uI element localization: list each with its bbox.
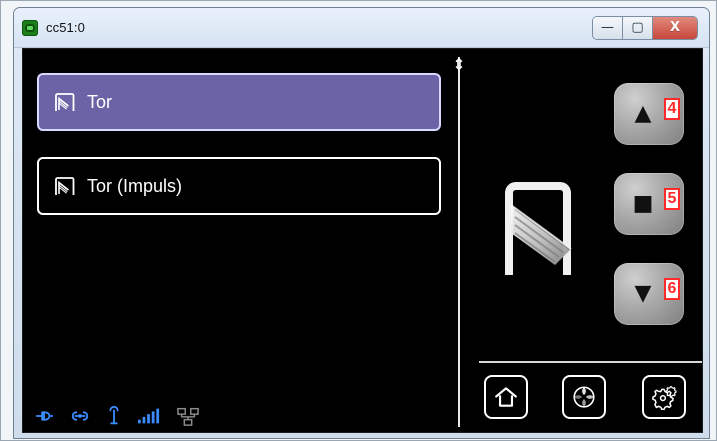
list-item-tor[interactable]: Tor [37, 73, 441, 131]
app-icon [22, 19, 38, 36]
maximize-icon: ▢ [631, 20, 644, 35]
minimize-icon: — [601, 20, 614, 35]
settings-button[interactable] [642, 375, 686, 419]
close-button[interactable]: X [653, 16, 697, 39]
home-button[interactable] [484, 375, 528, 419]
minimize-button[interactable]: — [593, 16, 623, 39]
list-item-tor-impuls[interactable]: Tor (Impuls) [37, 157, 441, 215]
open-button[interactable]: ▲ 4 [614, 83, 684, 145]
device-list: Tor Tor (Impuls) [37, 73, 441, 241]
list-item-label: Tor (Impuls) [87, 175, 183, 196]
list-item-label: Tor [87, 91, 113, 112]
close-icon: X [669, 20, 681, 35]
stop-square-icon: ■ [632, 191, 654, 216]
antenna-icon [105, 405, 123, 427]
screenshot-frame: cc51:0 — ▢ X ⇕ Tor Tor (Impuls) ▲ 4 ■ 5 … [0, 0, 717, 441]
app-content: ⇕ Tor Tor (Impuls) ▲ 4 ■ 5 ▼ 6 [22, 48, 703, 433]
fan-button[interactable] [562, 375, 606, 419]
settings-gears-icon [651, 384, 677, 410]
status-bar [33, 405, 201, 427]
window-controls: — ▢ X [593, 16, 697, 39]
fan-icon [571, 384, 597, 410]
title-bar[interactable]: cc51:0 — ▢ X [14, 8, 709, 48]
signal-bars-icon [135, 405, 163, 427]
maximize-button[interactable]: ▢ [623, 16, 653, 39]
horizontal-divider [479, 361, 702, 363]
app-window: cc51:0 — ▢ X ⇕ Tor Tor (Impuls) ▲ 4 ■ 5 … [13, 7, 710, 439]
network-icon [175, 405, 201, 427]
garage-door-icon [53, 174, 77, 198]
link-icon [67, 405, 93, 427]
badge-5: 5 [664, 188, 680, 210]
vertical-divider [458, 57, 460, 427]
resize-handle-icon[interactable]: ⇕ [449, 55, 469, 75]
badge-4: 4 [664, 98, 680, 120]
garage-door-large-icon [491, 171, 587, 283]
stop-button[interactable]: ■ 5 [614, 173, 684, 235]
home-icon [493, 384, 519, 410]
badge-6: 6 [664, 278, 680, 300]
window-title: cc51:0 [46, 20, 85, 35]
arrow-down-icon: ▼ [634, 281, 652, 306]
close-door-button[interactable]: ▼ 6 [614, 263, 684, 325]
garage-door-icon [53, 90, 77, 114]
arrow-up-icon: ▲ [634, 101, 652, 126]
power-plug-icon [33, 405, 55, 427]
